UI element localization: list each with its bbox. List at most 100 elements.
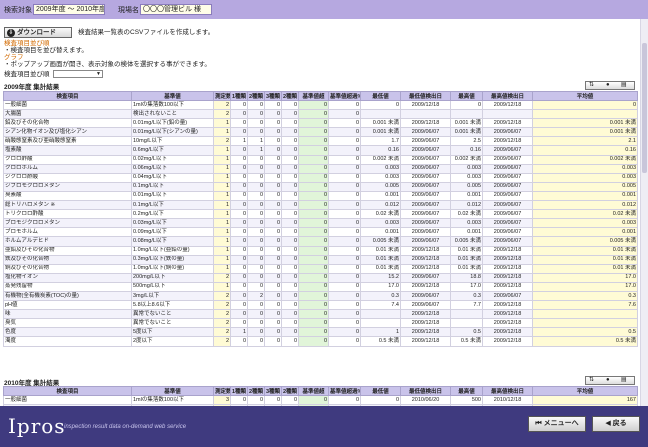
table-cell: 2009/12/18 xyxy=(400,309,451,320)
vertical-scrollbar[interactable] xyxy=(640,19,648,406)
table-cell: 大腸菌 xyxy=(3,109,132,120)
table-cell: 17.0 xyxy=(450,281,483,292)
table-cell: 2009/06/07 xyxy=(400,163,451,174)
scrollbar-thumb[interactable] xyxy=(642,43,647,173)
table-cell: 2009/12/18 xyxy=(482,136,533,147)
table-cell: 0 xyxy=(264,309,282,320)
table-cell: 0 xyxy=(230,154,248,165)
table-cell: 2009/12/18 xyxy=(400,327,451,338)
table-cell: 0 xyxy=(264,272,282,283)
table-cell: 一般細菌 xyxy=(3,99,132,111)
search-target-label: 検索対象 xyxy=(4,7,32,14)
table-cell: 0 xyxy=(298,109,329,120)
table-cell: 0 xyxy=(230,163,248,174)
list-icon[interactable]: ▤ xyxy=(621,82,627,89)
table-cell: 2009/06/07 xyxy=(482,218,533,229)
table-cell: 0.003 xyxy=(450,163,483,174)
back-button[interactable]: ◀ 戻る xyxy=(592,416,640,432)
graph-icon[interactable]: ● xyxy=(606,82,610,89)
table-cell: 鉛及びその化合物 xyxy=(3,118,132,129)
table-cell: 有機物(全有機炭素(TOC)の量) xyxy=(3,290,132,302)
table-cell: 1 xyxy=(213,254,231,265)
table-cell: 0 xyxy=(298,290,329,302)
table-cell: 0.01 未満 xyxy=(360,254,401,265)
table-cell: 0 xyxy=(230,190,248,202)
table-row: 濁度 2度以下 2 0 0 0 0 0 0 0.5 未満 2009/12/18 0.5 未満 2009/… xyxy=(3,336,638,347)
list-icon[interactable]: ▤ xyxy=(621,377,627,384)
table-cell xyxy=(360,309,401,320)
table-cell: 0.001 未満 xyxy=(450,118,483,129)
sort-icon[interactable]: ⇅ xyxy=(589,82,594,89)
graph-toolbar-2009: ⇅ ● ▤ xyxy=(585,81,635,90)
table-cell: 0.02mg/L以下 xyxy=(131,154,214,165)
table-cell: 0 xyxy=(230,272,248,283)
table-cell: 0 xyxy=(247,318,265,329)
table-cell: 0 xyxy=(281,218,299,229)
table-cell: 0 xyxy=(264,209,282,220)
table-cell: 0 xyxy=(281,190,299,202)
table-row: ジブロモクロロメタン 0.1mg/L以下 1 0 0 0 0 0 0 0.005 2009/06/0… xyxy=(3,181,638,192)
table-row: 有機物(全有機炭素(TOC)の量) 3mg/L以下 2 0 2 0 0 0 0 0.3 2009/0… xyxy=(3,290,638,302)
table-cell: 17.0 xyxy=(532,281,638,292)
table-cell: 0 xyxy=(328,99,361,111)
table-row: クロロホルム 0.06mg/L以下 1 0 0 0 0 0 0 0.003 2009/06/07 0.… xyxy=(3,163,638,174)
table-cell: 2009/12/18 xyxy=(400,254,451,265)
table-cell: 0 xyxy=(281,281,299,292)
table-cell: 17.0 xyxy=(532,272,638,283)
table-cell: 0 xyxy=(230,227,248,238)
table-cell: 0 xyxy=(264,109,282,120)
table-cell: 2009/06/07 xyxy=(482,227,533,238)
table-cell: 0 xyxy=(328,281,361,292)
column-header[interactable]: 検査項目 xyxy=(3,91,132,101)
table-cell: 0 xyxy=(281,290,299,302)
table-cell: 0.01 未満 xyxy=(450,245,483,256)
table-cell: 0.003 xyxy=(360,163,401,174)
search-target-field[interactable]: 2009年度 ～ 2010年度 xyxy=(33,4,105,15)
sort-select[interactable]: ▼ xyxy=(53,70,103,78)
table-row: クロロ酢酸 0.02mg/L以下 1 0 0 0 0 0 0 0.002 未満 2009/06/07… xyxy=(3,154,638,165)
table-cell: 1.0mg/L以下(亜鉛の量) xyxy=(131,245,214,256)
column-header[interactable]: 基準値 xyxy=(131,386,214,396)
table-cell: 0.01 未満 xyxy=(360,263,401,274)
table-cell: 0 xyxy=(281,200,299,211)
column-header[interactable]: 基準値 xyxy=(131,91,214,101)
table-cell: 0 xyxy=(230,109,248,120)
column-header[interactable]: 検査項目 xyxy=(3,386,132,396)
table-cell: 0.06mg/L以下 xyxy=(131,163,214,174)
table-cell: 0 xyxy=(247,109,265,120)
table-cell: 0.01 未満 xyxy=(532,245,638,256)
table-cell: 0.01 未満 xyxy=(360,245,401,256)
table-cell: 濁度 xyxy=(3,336,132,347)
table-cell: 0 xyxy=(264,200,282,211)
graph-icon[interactable]: ● xyxy=(606,377,610,384)
table-cell: 1 xyxy=(213,227,231,238)
table-cell: 0.01mg/L以下(鉛の量) xyxy=(131,118,214,129)
table-cell: 0 xyxy=(230,236,248,247)
download-description: 検査結果一覧表のCSVファイルを作成します。 xyxy=(78,29,215,36)
column-header: 最低値 xyxy=(360,386,401,396)
table-cell: 17.0 xyxy=(360,281,401,292)
table-cell: 1.7 xyxy=(360,136,401,147)
table-cell: シアン化物イオン及び塩化シアン xyxy=(3,127,132,138)
table-cell: 0 xyxy=(298,394,329,406)
table-row: ホルムアルデヒド 0.08mg/L以下 1 0 0 0 0 0 0 0.005 未満 2009/06… xyxy=(3,236,638,247)
table-cell: 0.003 xyxy=(450,218,483,229)
table-cell: 0 xyxy=(230,254,248,265)
table-cell: 銅及びその化合物 xyxy=(3,263,132,274)
table-cell: 0 xyxy=(281,172,299,183)
table-cell: 0 xyxy=(281,236,299,247)
table-cell: 2009/06/07 xyxy=(400,272,451,283)
table-cell: 2009/06/07 xyxy=(400,227,451,238)
menu-button[interactable]: ⏮ メニューへ xyxy=(528,416,586,432)
table-cell: 1 xyxy=(213,281,231,292)
table-cell: 2009/06/07 xyxy=(482,190,533,202)
sort-icon[interactable]: ⇅ xyxy=(589,377,594,384)
table-row: pH値 5.8以上8.6以下 2 0 0 0 0 0 0 7.4 2009/06/07 7.7 2009… xyxy=(3,300,638,311)
table-cell: 0 xyxy=(298,336,329,347)
table-cell: 0 xyxy=(298,154,329,165)
table-cell xyxy=(400,109,451,120)
table-cell: 0.16 xyxy=(532,145,638,156)
site-name-field[interactable]: 〇〇〇管理ビル 様 xyxy=(140,4,212,15)
download-button[interactable]: ⇩ ダウンロード xyxy=(4,27,72,38)
table-row: 味異常でないこと 2 0 0 0 0 0 0 2009/12/18 2009/12/18 xyxy=(3,309,638,320)
